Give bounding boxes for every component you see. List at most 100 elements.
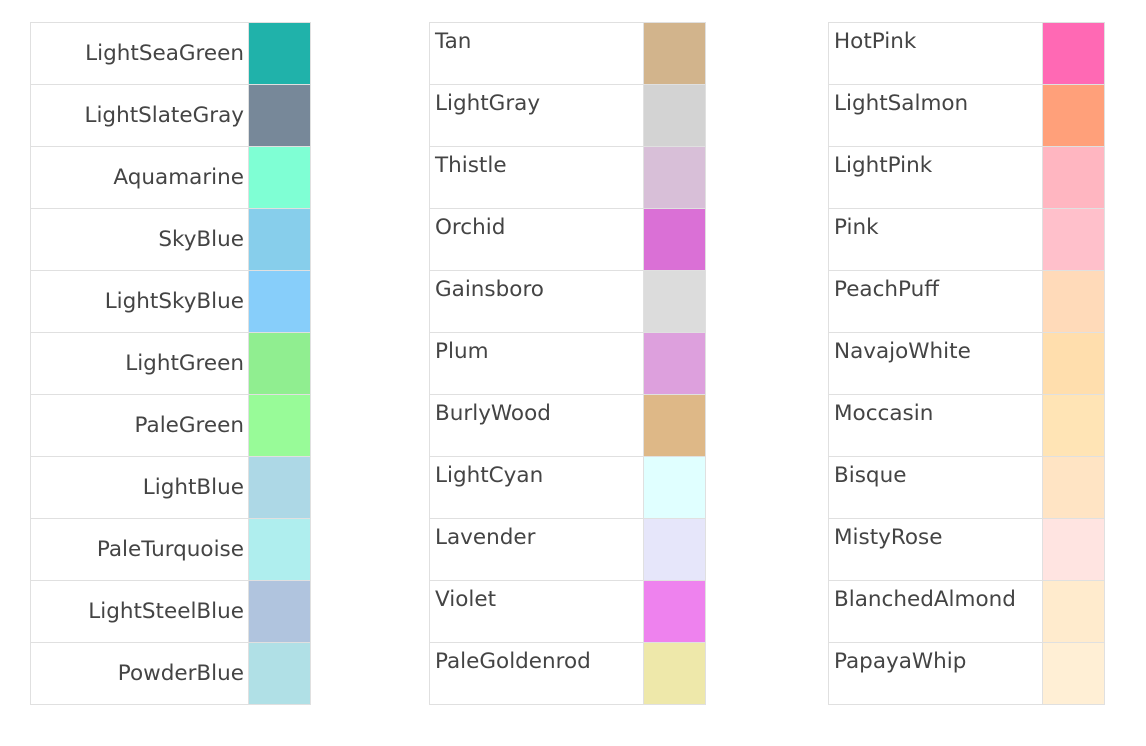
color-name: LightSkyBlue (30, 270, 249, 333)
color-row: PapayaWhip (828, 642, 1105, 705)
color-row: MistyRose (828, 518, 1105, 581)
color-row: HotPink (828, 22, 1105, 85)
color-row: Plum (429, 332, 706, 395)
color-swatch (643, 22, 706, 85)
color-swatch (248, 332, 311, 395)
color-row: LightGreen (30, 332, 311, 395)
color-row: PaleTurquoise (30, 518, 311, 581)
color-swatch (643, 580, 706, 643)
color-row: LightSlateGray (30, 84, 311, 147)
color-row: Gainsboro (429, 270, 706, 333)
color-swatch (1042, 208, 1105, 271)
color-row: BlanchedAlmond (828, 580, 1105, 643)
color-row: LightSalmon (828, 84, 1105, 147)
color-swatch (643, 208, 706, 271)
color-row: SkyBlue (30, 208, 311, 271)
color-swatch (248, 146, 311, 209)
color-name: Aquamarine (30, 146, 249, 209)
color-swatch (248, 270, 311, 333)
color-swatch (643, 84, 706, 147)
color-name: Orchid (429, 208, 644, 271)
color-name: PaleGoldenrod (429, 642, 644, 705)
color-swatch (248, 208, 311, 271)
color-swatch (1042, 332, 1105, 395)
color-name: LightSteelBlue (30, 580, 249, 643)
color-swatch (643, 642, 706, 705)
color-swatch (1042, 22, 1105, 85)
color-name: BlanchedAlmond (828, 580, 1043, 643)
color-swatch (248, 518, 311, 581)
color-name: Plum (429, 332, 644, 395)
color-row: PeachPuff (828, 270, 1105, 333)
color-row: Lavender (429, 518, 706, 581)
color-name: Thistle (429, 146, 644, 209)
color-swatch (248, 394, 311, 457)
color-swatch (1042, 270, 1105, 333)
color-swatch (1042, 642, 1105, 705)
color-swatch (643, 394, 706, 457)
color-table-3: HotPink LightSalmon LightPink Pink PeachPuff… (828, 22, 1105, 705)
color-name: LightBlue (30, 456, 249, 519)
color-name: LightCyan (429, 456, 644, 519)
color-name: LightSlateGray (30, 84, 249, 147)
color-name: Moccasin (828, 394, 1043, 457)
color-row: LightCyan (429, 456, 706, 519)
color-swatch (1042, 394, 1105, 457)
color-row: Bisque (828, 456, 1105, 519)
color-row: Aquamarine (30, 146, 311, 209)
color-row: Pink (828, 208, 1105, 271)
color-name: SkyBlue (30, 208, 249, 271)
color-swatch (248, 642, 311, 705)
color-row: Tan (429, 22, 706, 85)
color-swatch (1042, 456, 1105, 519)
color-swatch (1042, 146, 1105, 209)
color-name: PowderBlue (30, 642, 249, 705)
color-row: LightSteelBlue (30, 580, 311, 643)
color-row: Violet (429, 580, 706, 643)
color-name: LightGray (429, 84, 644, 147)
color-row: Moccasin (828, 394, 1105, 457)
color-name: Pink (828, 208, 1043, 271)
color-swatch (248, 456, 311, 519)
color-row: NavajoWhite (828, 332, 1105, 395)
color-row: BurlyWood (429, 394, 706, 457)
color-swatch (248, 22, 311, 85)
color-swatch (643, 270, 706, 333)
color-name: PeachPuff (828, 270, 1043, 333)
color-swatch (643, 332, 706, 395)
color-name: MistyRose (828, 518, 1043, 581)
color-row: LightSkyBlue (30, 270, 311, 333)
color-row: PowderBlue (30, 642, 311, 705)
color-row: PaleGoldenrod (429, 642, 706, 705)
color-row: LightBlue (30, 456, 311, 519)
color-row: LightGray (429, 84, 706, 147)
color-name: BurlyWood (429, 394, 644, 457)
color-row: LightPink (828, 146, 1105, 209)
color-swatch (643, 456, 706, 519)
color-name: LightGreen (30, 332, 249, 395)
color-swatch (1042, 518, 1105, 581)
color-swatch (248, 580, 311, 643)
color-name: Violet (429, 580, 644, 643)
color-swatch (1042, 84, 1105, 147)
color-swatch (248, 84, 311, 147)
color-name: LightSeaGreen (30, 22, 249, 85)
color-table-1: LightSeaGreen LightSlateGray Aquamarine Sky… (30, 22, 311, 705)
color-swatch (643, 518, 706, 581)
color-name: Bisque (828, 456, 1043, 519)
color-name: PaleGreen (30, 394, 249, 457)
color-row: Thistle (429, 146, 706, 209)
color-name: Gainsboro (429, 270, 644, 333)
color-swatch (1042, 580, 1105, 643)
color-name: Lavender (429, 518, 644, 581)
color-row: LightSeaGreen (30, 22, 311, 85)
color-row: PaleGreen (30, 394, 311, 457)
color-name: PaleTurquoise (30, 518, 249, 581)
color-swatch (643, 146, 706, 209)
color-name: NavajoWhite (828, 332, 1043, 395)
color-name: PapayaWhip (828, 642, 1043, 705)
color-name: LightPink (828, 146, 1043, 209)
color-table-2: Tan LightGray Thistle Orchid Gainsboro Plum Bu… (429, 22, 706, 705)
color-name: LightSalmon (828, 84, 1043, 147)
color-name: HotPink (828, 22, 1043, 85)
